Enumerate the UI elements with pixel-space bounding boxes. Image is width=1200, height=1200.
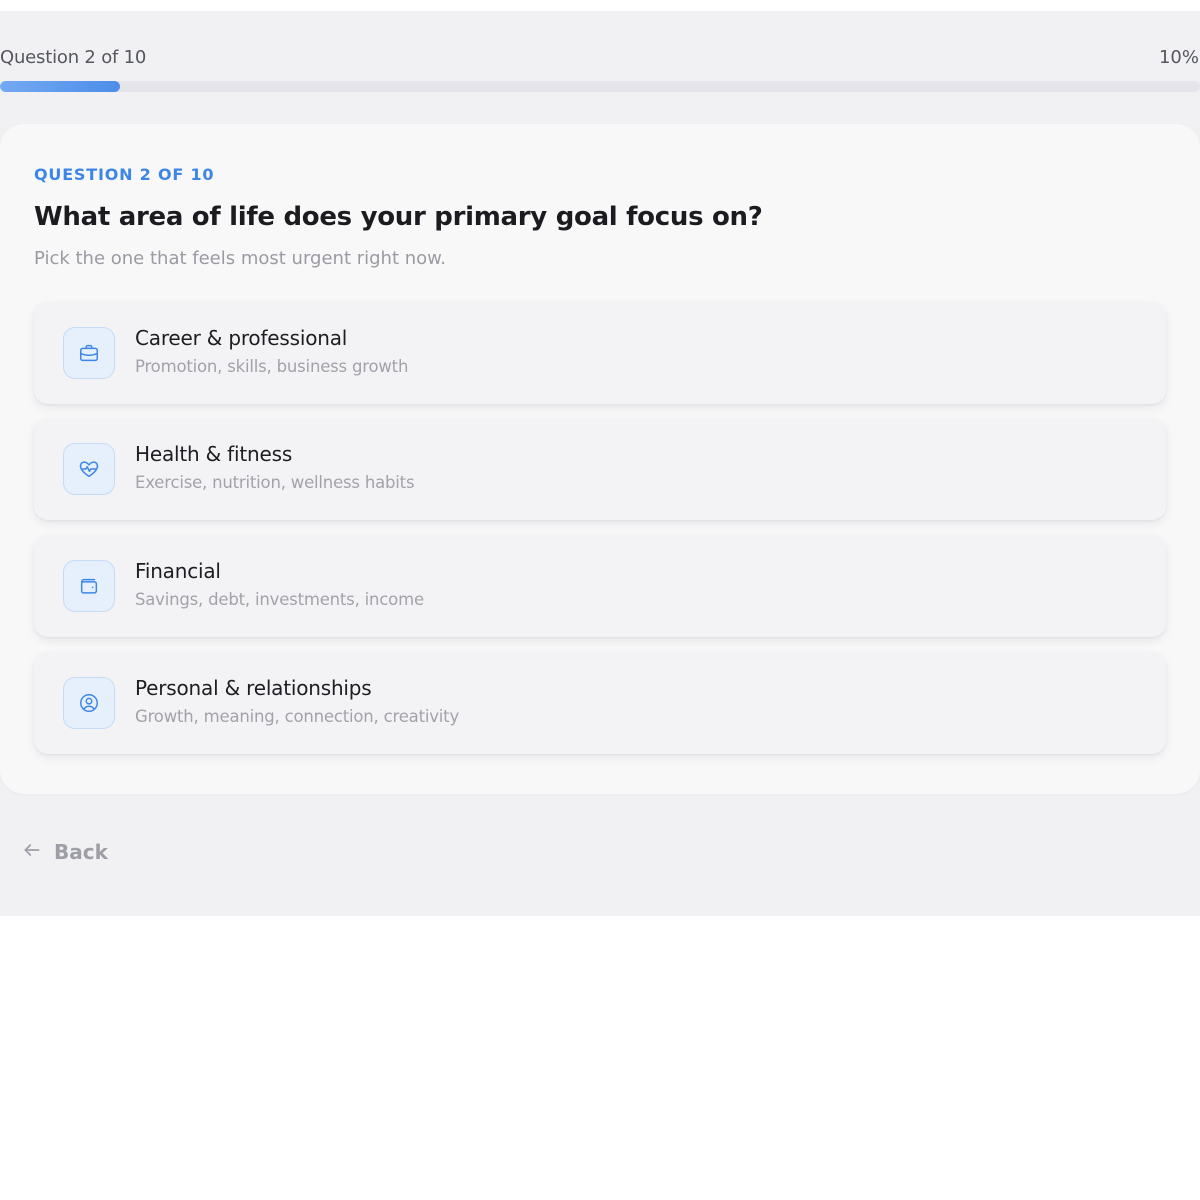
option-title: Health & fitness [135,442,293,466]
arrow-left-icon [22,840,42,864]
option-financial[interactable]: Financial Savings, debt, investments, in… [34,535,1166,637]
user-circle-icon [63,677,115,729]
back-label: Back [54,840,108,864]
option-description: Growth, meaning, connection, creativity [135,707,460,726]
progress-percent: 10% [1158,47,1199,68]
option-description: Exercise, nutrition, wellness habits [135,473,415,492]
option-description: Savings, debt, investments, income [135,590,424,609]
option-personal[interactable]: Personal & relationships Growth, meaning… [34,652,1166,754]
option-career[interactable]: Career & professional Promotion, skills,… [34,302,1166,404]
heart-pulse-icon [63,443,115,495]
option-title: Financial [135,559,221,583]
wallet-icon [63,560,115,612]
question-title: What area of life does your primary goal… [34,202,763,232]
progress-bar [0,81,1200,92]
progress-bar-fill [0,81,120,92]
option-health[interactable]: Health & fitness Exercise, nutrition, we… [34,418,1166,520]
question-subtitle: Pick the one that feels most urgent righ… [34,248,446,269]
briefcase-icon [63,327,115,379]
option-title: Personal & relationships [135,676,372,700]
question-eyebrow: QUESTION 2 OF 10 [34,165,215,184]
question-card: QUESTION 2 OF 10 What area of life does … [0,124,1200,794]
quiz-page: Question 2 of 10 10% QUESTION 2 OF 10 Wh… [0,11,1200,916]
progress-label: Question 2 of 10 [0,47,147,68]
option-description: Promotion, skills, business growth [135,357,409,376]
back-button[interactable]: Back [22,840,108,864]
option-title: Career & professional [135,326,348,350]
